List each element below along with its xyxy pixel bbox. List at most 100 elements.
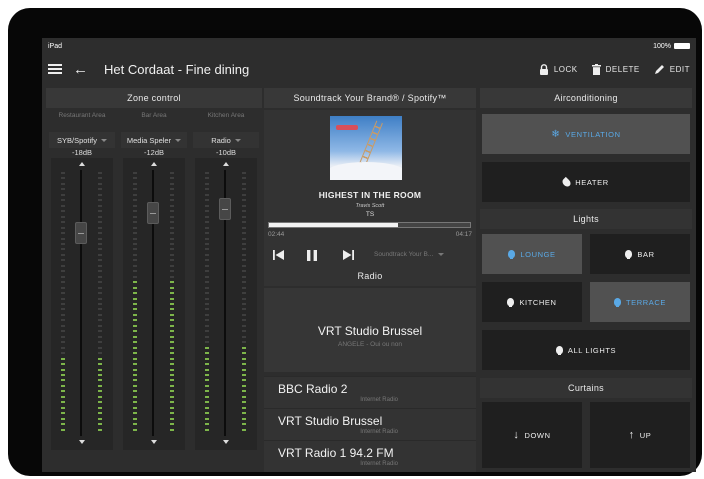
fader-knob[interactable] xyxy=(75,222,87,244)
radio-station-row[interactable]: BBC Radio 2 Internet Radio xyxy=(264,376,476,408)
pause-icon[interactable] xyxy=(304,248,320,262)
zone-source-select[interactable]: Media Speler xyxy=(121,132,187,148)
edit-label: EDIT xyxy=(669,64,690,74)
zone-level-label: -12dB xyxy=(143,148,164,157)
next-icon[interactable] xyxy=(340,248,356,262)
meter-segment xyxy=(242,210,246,213)
meter-segment xyxy=(133,368,137,371)
meter-segment xyxy=(170,324,174,327)
meter-segment xyxy=(61,357,65,360)
bulb-icon xyxy=(613,298,621,307)
meter-segment xyxy=(133,182,137,185)
heater-label: HEATER xyxy=(575,177,609,187)
meter-segment xyxy=(61,292,65,295)
meter-segment xyxy=(133,221,137,224)
meter-segment xyxy=(170,199,174,202)
meter-segment xyxy=(205,357,209,360)
terrace-light-button[interactable]: TERRACE xyxy=(590,282,690,322)
meter-segment xyxy=(170,363,174,366)
meter-segment xyxy=(170,215,174,218)
lounge-light-button[interactable]: LOUNGE xyxy=(482,234,582,274)
source-select[interactable]: Soundtrack Your B... xyxy=(374,251,445,258)
meter-segment xyxy=(98,297,102,300)
meter-segment xyxy=(61,401,65,404)
meter-segment xyxy=(205,210,209,213)
meter-segment xyxy=(242,259,246,262)
kitchen-light-button[interactable]: KITCHEN xyxy=(482,282,582,322)
meter-segment xyxy=(133,177,137,180)
meter-segment xyxy=(133,384,137,387)
meter-segment xyxy=(98,210,102,213)
meter-segment xyxy=(133,281,137,284)
meter-segment xyxy=(242,384,246,387)
meter-segment xyxy=(242,172,246,174)
meter-segment xyxy=(170,390,174,393)
previous-icon[interactable] xyxy=(270,248,286,262)
fader-knob[interactable] xyxy=(147,202,159,224)
heater-button[interactable]: HEATER xyxy=(482,162,690,202)
hamburger-menu-icon[interactable] xyxy=(48,64,62,74)
radio-station-row[interactable]: VRT Studio Brussel Internet Radio xyxy=(264,408,476,440)
station-name: VRT Studio Brussel xyxy=(278,414,383,428)
zone-source-select[interactable]: SYB/Spotify xyxy=(49,132,115,148)
zone-source-select[interactable]: Radio xyxy=(193,132,259,148)
back-arrow-icon[interactable]: ← xyxy=(73,62,88,77)
source-select-value: Soundtrack Your B... xyxy=(374,251,434,258)
radio-station-row[interactable]: VRT Radio 1 94.2 FM Internet Radio xyxy=(264,440,476,472)
fader-track xyxy=(80,170,82,436)
meter-segment xyxy=(242,357,246,360)
meter-segment xyxy=(133,428,137,431)
fader-up-icon[interactable] xyxy=(151,162,157,166)
lights-header: Lights xyxy=(480,209,692,229)
delete-button[interactable]: DELETE xyxy=(591,63,640,75)
meter-segment xyxy=(170,330,174,333)
meter-segment xyxy=(61,193,65,196)
meter-segment xyxy=(170,281,174,284)
meter-segment xyxy=(242,335,246,338)
edit-button[interactable]: EDIT xyxy=(654,64,690,75)
fader-down-icon[interactable] xyxy=(79,440,85,444)
meter-segment xyxy=(61,395,65,398)
tablet-frame: iPad 100% ← Het Cordaat - Fine dining LO… xyxy=(8,8,702,476)
meter-segment xyxy=(242,428,246,431)
meter-segment xyxy=(242,379,246,382)
meter-segment xyxy=(170,368,174,371)
meter-segment xyxy=(133,303,137,305)
meter-segment xyxy=(205,346,209,349)
bulb-icon xyxy=(507,298,515,307)
meter-segment xyxy=(242,248,246,251)
meter-segment xyxy=(133,232,137,235)
meter-segment xyxy=(242,319,246,322)
meter-segment xyxy=(61,384,65,387)
fader-down-icon[interactable] xyxy=(223,440,229,444)
meter-segment xyxy=(170,423,174,426)
meter-segment xyxy=(170,237,174,240)
all-lights-button[interactable]: ALL LIGHTS xyxy=(482,330,690,370)
fader-down-icon[interactable] xyxy=(151,440,157,444)
meter-segment xyxy=(133,204,137,207)
meter-segment xyxy=(61,346,65,349)
curtains-down-button[interactable]: ↓ DOWN xyxy=(482,402,582,468)
meter-segment xyxy=(61,248,65,251)
meter-segment xyxy=(133,341,137,344)
meter-segment xyxy=(133,373,137,376)
meter-segment xyxy=(98,390,102,393)
meter-segment xyxy=(242,182,246,185)
meter-segment xyxy=(170,221,174,224)
track-album: TS xyxy=(365,211,375,218)
progress-bar[interactable] xyxy=(268,222,471,228)
meter-segment xyxy=(98,330,102,333)
lock-button[interactable]: LOCK xyxy=(539,63,578,75)
meter-segment xyxy=(205,417,209,420)
page-title: Het Cordaat - Fine dining xyxy=(104,61,250,77)
meter-segment xyxy=(61,313,65,316)
fader-knob[interactable] xyxy=(219,198,231,220)
ventilation-button[interactable]: ❄ VENTILATION xyxy=(482,114,690,154)
curtains-up-button[interactable]: ↑ UP xyxy=(590,402,690,468)
lounge-label: LOUNGE xyxy=(520,249,556,259)
meter-segment xyxy=(170,346,174,349)
now-playing-card: HIGHEST IN THE ROOM Travis Scott TS 02:4… xyxy=(264,110,476,266)
fader-up-icon[interactable] xyxy=(79,162,85,166)
bar-light-button[interactable]: BAR xyxy=(590,234,690,274)
fader-up-icon[interactable] xyxy=(223,162,229,166)
